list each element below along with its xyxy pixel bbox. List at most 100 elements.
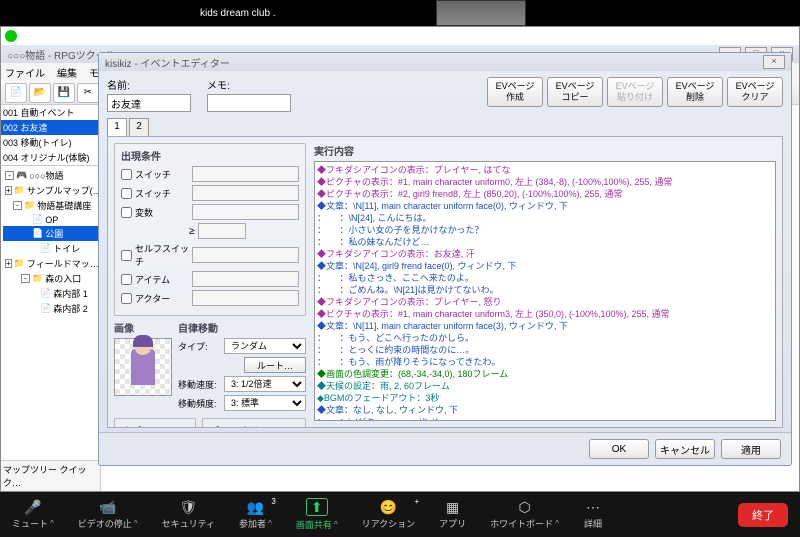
event-row[interactable]: 002 お友達: [1, 120, 100, 135]
tree-node[interactable]: 📄森内部 1: [3, 286, 98, 301]
tree-node[interactable]: 📄公園: [3, 226, 98, 241]
command-line[interactable]: ◆文章：\N[11], main character uniform face(…: [317, 200, 773, 212]
video-strip: kids dream club .: [0, 0, 800, 26]
menu-item[interactable]: 編集: [57, 65, 77, 79]
cond-select[interactable]: [192, 290, 299, 306]
menu-item[interactable]: ファイル: [5, 65, 45, 79]
ev-page-button[interactable]: EVページ作成: [487, 77, 543, 107]
route-button[interactable]: ルート…: [244, 357, 306, 373]
page-tab[interactable]: 2: [129, 118, 149, 136]
type-select[interactable]: ランダム: [224, 338, 306, 354]
command-line[interactable]: ： ：ごめんね。\N[21]は見かけてないわ。: [317, 284, 773, 296]
move-title: 自律移動: [178, 320, 306, 335]
tree-node[interactable]: +📁フィールドマッ…: [3, 256, 98, 271]
zoom-icon: 📹: [98, 499, 118, 515]
cond-checkbox[interactable]: [121, 188, 132, 199]
command-line[interactable]: ： ：私もさっき、ここへ来たのよ。: [317, 272, 773, 284]
event-editor-dialog: kisikiz - イベントエディター × 名前: メモ: EVページ作成EVペ…: [98, 52, 792, 466]
tree-node[interactable]: -🎮○○○物語: [3, 168, 98, 183]
cond-checkbox[interactable]: [121, 274, 132, 285]
zoom-ホワイトボード[interactable]: ⬡ホワイトボード^: [490, 499, 559, 530]
cond-checkbox[interactable]: [121, 250, 132, 261]
cond-select[interactable]: [192, 204, 299, 220]
tree-node[interactable]: 📄トイレ: [3, 241, 98, 256]
command-line[interactable]: ◆天候の設定：雨, 2, 60フレーム: [317, 380, 773, 392]
command-line[interactable]: ◆文章：\N[24], girl9 frend face(0), ウィンドウ, …: [317, 260, 773, 272]
zoom-ミュート[interactable]: 🎤ミュート^: [12, 499, 54, 530]
zoom-label: 詳細: [584, 517, 602, 530]
tree-node[interactable]: +📁サンプルマップ(…: [3, 183, 98, 198]
new-icon[interactable]: 📄: [5, 83, 27, 103]
sprite-icon: [131, 349, 155, 385]
tree-node[interactable]: 📄森内部 2: [3, 301, 98, 316]
command-line[interactable]: ： ：とっくに約束の時間なのに…。: [317, 344, 773, 356]
cancel-button[interactable]: キャンセル: [655, 439, 715, 459]
command-line[interactable]: ： ：\N[24], こんにちは。: [317, 212, 773, 224]
command-line[interactable]: ◆ピクチャの表示：#1, main character uniform0, 左上…: [317, 176, 773, 188]
save-icon[interactable]: 💾: [53, 83, 75, 103]
apply-button[interactable]: 適用: [721, 439, 781, 459]
cond-select[interactable]: [192, 166, 299, 182]
cond-checkbox[interactable]: [121, 207, 132, 218]
video-thumbnail[interactable]: [436, 0, 526, 26]
cut-icon[interactable]: ✂: [77, 83, 99, 103]
zoom-label: 画面共有: [296, 518, 332, 531]
cond-checkbox[interactable]: [121, 169, 132, 180]
dialog-footer: OK キャンセル 適用: [99, 432, 791, 465]
dialog-close-button[interactable]: ×: [763, 55, 785, 69]
command-line[interactable]: ◆フキダシアイコンの表示：プレイヤー, 怒り: [317, 296, 773, 308]
exec-title: 実行内容: [314, 143, 776, 158]
zoom-リアクション[interactable]: 😊リアクション+: [362, 499, 416, 530]
zoom-icon: ⋯: [583, 499, 603, 515]
zoom-画面共有[interactable]: ⬆画面共有^: [296, 498, 338, 531]
command-line[interactable]: ◆BGMのフェードアウト：3秒: [317, 392, 773, 404]
command-line[interactable]: ◆フキダシアイコンの表示：お友達, 汗: [317, 248, 773, 260]
end-meeting-button[interactable]: 終了: [738, 503, 788, 527]
event-list[interactable]: 001 自動イベント002 お友達003 移動(トイレ)004 オリジナル(体験…: [1, 105, 100, 166]
command-line[interactable]: ： ：小さい女の子を見かけなかった？: [317, 224, 773, 236]
command-line[interactable]: ： ：\n\{（キャーーーッ\}\n\}: [317, 416, 773, 421]
left-column: 出現条件 スイッチスイッチ変数≥セルフスイッチアイテムアクター 画像 自律移動 …: [114, 143, 306, 421]
zoom-詳細[interactable]: ⋯ 詳細: [583, 499, 603, 530]
zoom-ビデオの停止[interactable]: 📹ビデオの停止^: [78, 499, 138, 530]
tree-node[interactable]: 📄OP: [3, 213, 98, 226]
command-line[interactable]: ： ：私の妹なんだけど…: [317, 236, 773, 248]
options-title: オプション: [121, 423, 189, 428]
ev-page-button[interactable]: EVページクリア: [727, 77, 783, 107]
command-list[interactable]: ◆フキダシアイコンの表示：プレイヤー, はてな◆ピクチャの表示：#1, main…: [314, 161, 776, 421]
page-tab[interactable]: 1: [107, 118, 127, 136]
event-row[interactable]: 001 自動イベント: [1, 105, 100, 120]
ok-button[interactable]: OK: [589, 439, 649, 459]
event-row[interactable]: 003 移動(トイレ): [1, 135, 100, 150]
zoom-アプリ[interactable]: ▦アプリ: [439, 499, 466, 530]
cond-checkbox[interactable]: [121, 293, 132, 304]
command-line[interactable]: ◆フキダシアイコンの表示：プレイヤー, はてな: [317, 164, 773, 176]
map-tree[interactable]: -🎮○○○物語+📁サンプルマップ(…-📁物語基礎講座📄OP📄公園📄トイレ+📁フィ…: [1, 166, 100, 460]
ev-page-button[interactable]: EVページ削除: [667, 77, 723, 107]
command-line[interactable]: ◆文章：なし, なし, ウィンドウ, 下: [317, 404, 773, 416]
cond-label: スイッチ: [135, 187, 189, 200]
command-line[interactable]: ◆ピクチャの表示：#1, main character uniform3, 左上…: [317, 308, 773, 320]
cond-select[interactable]: [192, 185, 299, 201]
cond-select[interactable]: [192, 247, 299, 263]
name-input[interactable]: [107, 94, 191, 112]
tree-node[interactable]: -📁物語基礎講座: [3, 198, 98, 213]
map-tabs[interactable]: マップツリー クイック…: [1, 460, 100, 491]
memo-input[interactable]: [207, 94, 291, 112]
event-row[interactable]: 004 オリジナル(体験): [1, 150, 100, 165]
zoom-参加者[interactable]: 👥参加者^3: [239, 499, 272, 530]
cond-value[interactable]: [198, 223, 246, 239]
character-image[interactable]: [114, 338, 172, 396]
open-icon[interactable]: 📂: [29, 83, 51, 103]
command-line[interactable]: ◆ピクチャの表示：#2, girl9 frend8, 左上 (850,20), …: [317, 188, 773, 200]
command-line[interactable]: ： ：もう、雨が降りそうになってきたわ。: [317, 356, 773, 368]
tree-node[interactable]: -📁森の入口: [3, 271, 98, 286]
freq-select[interactable]: 3: 標準: [224, 395, 306, 411]
command-line[interactable]: ◆画面の色調変更：(68,-34,-34,0), 180フレーム: [317, 368, 773, 380]
command-line[interactable]: ： ：もう、どこへ行ったのかしら。: [317, 332, 773, 344]
zoom-セキュリティ[interactable]: 🛡セキュリティ: [162, 499, 215, 530]
speed-select[interactable]: 3: 1/2倍速: [224, 376, 306, 392]
ev-page-button[interactable]: EVページコピー: [547, 77, 603, 107]
cond-select[interactable]: [192, 271, 299, 287]
command-line[interactable]: ◆文章：\N[11], main character uniform face(…: [317, 320, 773, 332]
